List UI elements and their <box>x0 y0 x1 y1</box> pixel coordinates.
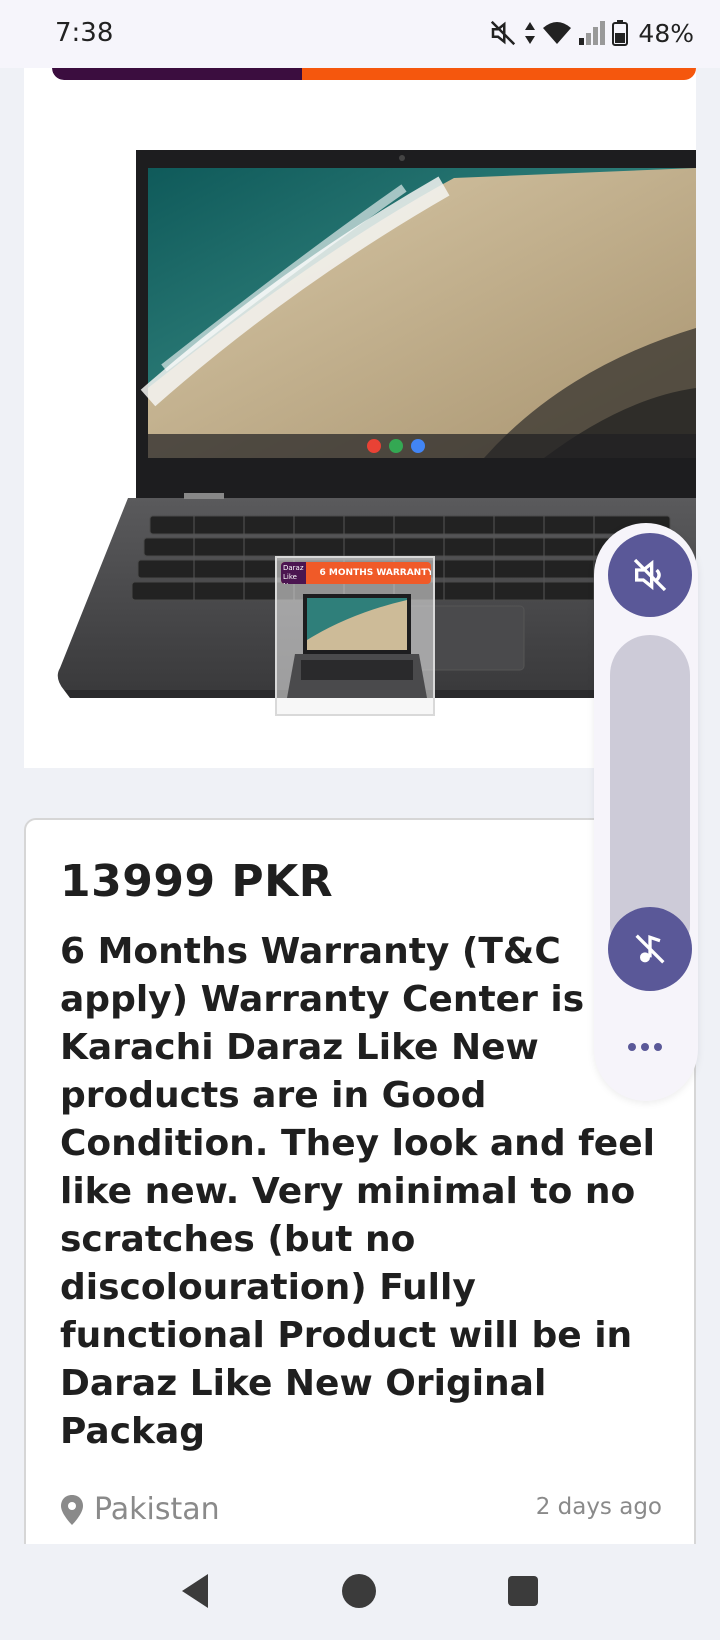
music-mute-button[interactable] <box>608 907 692 991</box>
warranty-thumbnail[interactable]: Daraz Like New 6 MONTHS WARRANTY <box>275 556 435 716</box>
volume-mute-icon <box>633 558 667 592</box>
location-text: Pakistan <box>94 1492 220 1527</box>
back-icon[interactable] <box>178 1572 212 1610</box>
mute-icon <box>491 20 516 46</box>
status-bar: 7:38 48% <box>0 0 720 68</box>
wifi-icon <box>543 22 572 44</box>
warranty-badge-text: 6 MONTHS WARRANTY <box>319 568 431 578</box>
battery-icon <box>612 20 629 46</box>
warranty-badge: Daraz Like New 6 MONTHS WARRANTY <box>281 562 431 584</box>
thumbnail-laptop-image <box>287 594 427 698</box>
signal-icon <box>579 21 606 45</box>
recents-icon[interactable] <box>508 1576 538 1606</box>
listing-location: Pakistan <box>60 1492 220 1527</box>
volume-mute-button[interactable] <box>608 533 692 617</box>
music-mute-icon <box>635 934 665 964</box>
battery-percent: 48% <box>638 18 694 48</box>
listing-price: 13999 PKR <box>60 856 334 907</box>
listing-description: 6 Months Warranty (T&C apply) Warranty C… <box>60 931 655 1452</box>
volume-panel[interactable] <box>594 523 698 1101</box>
home-icon[interactable] <box>342 1574 376 1608</box>
daraz-like-new-logo: Daraz Like New <box>281 562 306 584</box>
status-time: 7:38 <box>55 18 114 48</box>
location-pin-icon <box>61 1494 83 1525</box>
data-arrows-icon <box>525 22 536 44</box>
status-icons: 48% <box>488 18 694 48</box>
more-options-icon[interactable] <box>628 1043 662 1051</box>
navigation-bar <box>0 1544 720 1640</box>
posted-time: 2 days ago <box>535 1494 662 1520</box>
